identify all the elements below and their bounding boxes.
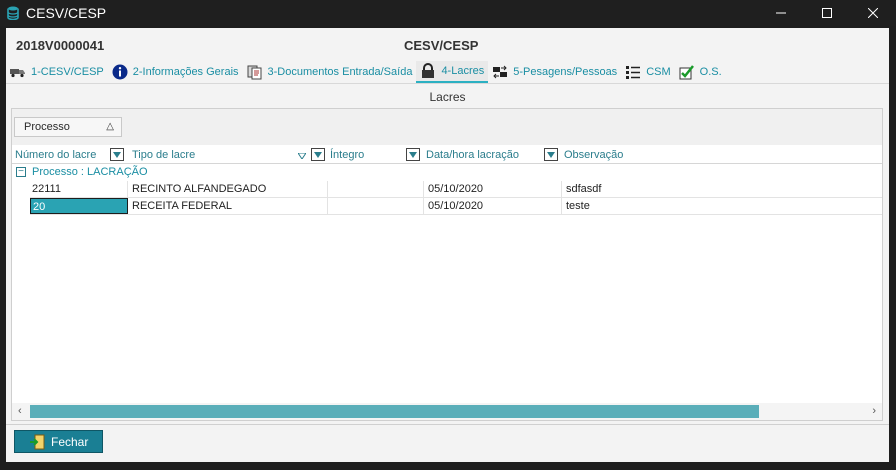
maximize-icon (822, 8, 832, 18)
header: 2018V0000041 CESV/CESP (6, 28, 889, 60)
close-window-button[interactable] (850, 0, 896, 26)
filter-data-hora-icon[interactable] (544, 148, 558, 161)
scroll-thumb[interactable] (30, 405, 759, 418)
tab-pesagens-pessoas[interactable]: 5-Pesagens/Pessoas (488, 61, 621, 83)
tab-label: 4-Lacres (441, 65, 485, 77)
process-id: 2018V0000041 (16, 38, 105, 53)
tab-lacres[interactable]: 4-Lacres (416, 61, 489, 83)
tab-informacoes-gerais[interactable]: 2-Informações Gerais (108, 61, 243, 83)
cell-obs[interactable]: teste (562, 198, 882, 214)
group-chip-label: Processo (24, 121, 70, 133)
cell-numero[interactable]: 22111 (30, 181, 128, 197)
lock-icon (420, 63, 436, 79)
checklist-icon (625, 64, 641, 80)
tab-label: CSM (646, 66, 671, 78)
sort-ascending-icon: △ (106, 121, 114, 132)
column-header-row: Número do lacre Tipo de lacre Íntegro Da… (12, 146, 882, 164)
tab-bar: 1-CESV/CESP 2-Informações Gerais 3-Docum… (6, 61, 726, 83)
cell-data[interactable]: 05/10/2020 (424, 181, 562, 197)
sort-filter-icon[interactable] (297, 147, 307, 165)
cell-integro[interactable] (328, 198, 424, 214)
group-row-lacracao[interactable]: − Processo : LACRAÇÃO (12, 165, 882, 180)
window-heading: CESV/CESP (404, 38, 479, 53)
minimize-button[interactable] (758, 0, 804, 26)
filter-tipo-lacre-icon[interactable] (311, 148, 325, 161)
cell-integro[interactable] (328, 181, 424, 197)
group-by-area: Processo △ (12, 109, 882, 145)
close-button[interactable]: Fechar (14, 430, 103, 453)
scroll-right-icon[interactable]: › (872, 405, 876, 417)
transfer-icon (492, 64, 508, 80)
column-tipo-lacre[interactable]: Tipo de lacre (132, 146, 195, 164)
tab-label: 3-Documentos Entrada/Saída (267, 66, 413, 78)
group-chip-processo[interactable]: Processo △ (14, 117, 122, 137)
tab-label: 5-Pesagens/Pessoas (513, 66, 618, 78)
table-row[interactable]: 22111 RECINTO ALFANDEGADO 05/10/2020 sdf… (30, 181, 882, 198)
panel-title: Lacres (429, 90, 466, 104)
group-label: Processo : LACRAÇÃO (32, 166, 148, 178)
tab-label: O.S. (699, 66, 722, 78)
scroll-left-icon[interactable]: ‹ (18, 405, 22, 417)
maximize-button[interactable] (804, 0, 850, 26)
column-observacao[interactable]: Observação (564, 146, 623, 164)
window-title: CESV/CESP (26, 5, 107, 21)
exit-door-icon (29, 434, 45, 450)
cell-numero[interactable]: 20 (30, 198, 128, 214)
filter-numero-lacre-icon[interactable] (110, 148, 124, 161)
close-icon (868, 8, 878, 18)
tab-label: 2-Informações Gerais (132, 66, 239, 78)
tab-label: 1-CESV/CESP (31, 66, 104, 78)
column-numero-lacre[interactable]: Número do lacre (15, 146, 96, 164)
lacres-grid: Processo △ Número do lacre Tipo de lacre… (11, 108, 883, 421)
footer-divider (6, 424, 889, 425)
main-window: 2018V0000041 CESV/CESP 1-CESV/CESP 2-Inf… (6, 28, 889, 462)
info-icon (112, 64, 128, 80)
tab-os[interactable]: O.S. (675, 61, 726, 83)
cell-tipo[interactable]: RECINTO ALFANDEGADO (128, 181, 328, 197)
filter-integro-icon[interactable] (406, 148, 420, 161)
documents-icon (247, 64, 263, 80)
cell-obs[interactable]: sdfasdf (562, 181, 882, 197)
tab-divider (6, 83, 889, 84)
horizontal-scrollbar[interactable]: ‹ › (12, 403, 882, 420)
checkmark-icon (679, 64, 695, 80)
tab-cesv-cesp[interactable]: 1-CESV/CESP (6, 61, 108, 83)
close-button-label: Fechar (51, 434, 89, 449)
cell-data[interactable]: 05/10/2020 (424, 198, 562, 214)
minimize-icon (776, 12, 786, 14)
database-icon (7, 6, 19, 20)
table-row[interactable]: 20 RECEITA FEDERAL 05/10/2020 teste (30, 198, 882, 215)
column-integro[interactable]: Íntegro (330, 146, 364, 164)
title-bar: CESV/CESP (0, 0, 896, 26)
column-data-hora[interactable]: Data/hora lacração (426, 146, 519, 164)
tab-documentos[interactable]: 3-Documentos Entrada/Saída (243, 61, 417, 83)
tab-csm[interactable]: CSM (621, 61, 674, 83)
truck-icon (10, 64, 26, 80)
collapse-icon[interactable]: − (16, 167, 26, 177)
cell-tipo[interactable]: RECEITA FEDERAL (128, 198, 328, 214)
